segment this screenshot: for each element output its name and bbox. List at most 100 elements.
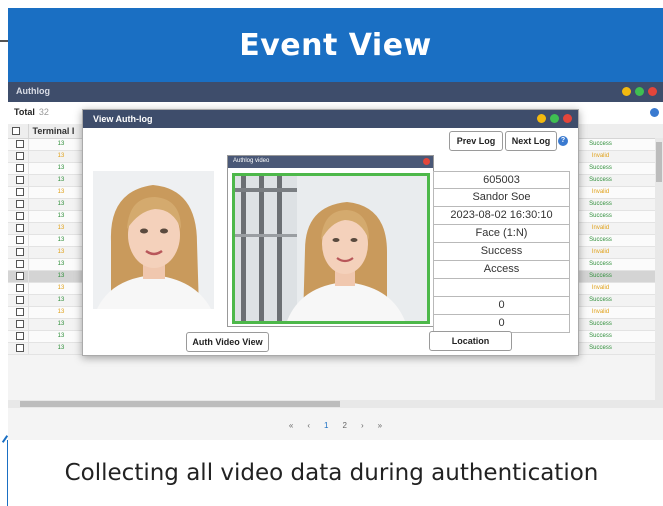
- row-checkbox[interactable]: [15, 176, 24, 184]
- row-checkbox-cell: [8, 306, 29, 319]
- row-checkbox[interactable]: [15, 284, 24, 292]
- table-cell: 13: [28, 318, 91, 331]
- row-checkbox-cell: [8, 138, 29, 151]
- dialog-titlebar: View Auth-log: [83, 110, 578, 128]
- row-checkbox[interactable]: [15, 260, 24, 268]
- maximize-icon[interactable]: [550, 114, 559, 123]
- table-cell: 13: [28, 198, 91, 211]
- row-checkbox-cell: [8, 162, 29, 175]
- info-cell: Access: [433, 261, 570, 279]
- row-checkbox[interactable]: [15, 296, 24, 304]
- maximize-icon[interactable]: [635, 87, 644, 96]
- registered-face-photo: [93, 171, 214, 309]
- row-checkbox[interactable]: [15, 308, 24, 316]
- title-banner: Event View: [8, 8, 663, 82]
- table-cell: 13: [28, 210, 91, 223]
- select-all-checkbox[interactable]: [12, 127, 20, 136]
- info-cell: Success: [433, 243, 570, 261]
- row-checkbox-cell: [8, 270, 29, 283]
- table-cell: 13: [28, 270, 91, 283]
- row-checkbox[interactable]: [15, 188, 24, 196]
- help-icon[interactable]: ?: [558, 136, 568, 146]
- table-cell: 13: [28, 330, 91, 343]
- select-all-checkbox-cell[interactable]: [8, 124, 29, 139]
- prev-log-button[interactable]: Prev Log: [449, 131, 503, 151]
- pager-item[interactable]: ›: [361, 421, 364, 430]
- column-header[interactable]: Terminal I: [28, 124, 91, 139]
- table-cell: 13: [28, 222, 91, 235]
- info-cell: 2023-08-02 16:30:10: [433, 207, 570, 225]
- close-icon[interactable]: [423, 158, 430, 165]
- row-checkbox[interactable]: [15, 164, 24, 172]
- pager-item[interactable]: 2: [343, 421, 347, 430]
- pager-item[interactable]: «: [289, 421, 293, 430]
- table-cell: 13: [28, 258, 91, 271]
- info-cell: 605003: [433, 171, 570, 189]
- table-cell: 13: [28, 174, 91, 187]
- authlog-video-window: Authlog video: [227, 155, 434, 327]
- info-cell: Face (1:N): [433, 225, 570, 243]
- row-checkbox[interactable]: [15, 236, 24, 244]
- auth-info-table: 605003 Sandor Soe 2023-08-02 16:30:10 Face …: [433, 171, 570, 333]
- row-checkbox-cell: [8, 222, 29, 235]
- table-cell: 13: [28, 234, 91, 247]
- row-checkbox-cell: [8, 174, 29, 187]
- row-checkbox-cell: [8, 186, 29, 199]
- banner-title: Event View: [239, 27, 432, 63]
- row-checkbox[interactable]: [15, 200, 24, 208]
- row-checkbox-cell: [8, 342, 29, 355]
- dialog-title: View Auth-log: [93, 114, 153, 124]
- table-cell: 13: [28, 294, 91, 307]
- auth-video-frame: [232, 173, 430, 324]
- minimize-icon[interactable]: [537, 114, 546, 123]
- row-checkbox-cell: [8, 246, 29, 259]
- horizontal-scrollbar[interactable]: [8, 400, 663, 408]
- table-cell: 13: [28, 282, 91, 295]
- row-checkbox[interactable]: [15, 140, 24, 148]
- row-checkbox[interactable]: [15, 320, 24, 328]
- table-cell: 13: [28, 138, 91, 151]
- row-checkbox-cell: [8, 234, 29, 247]
- auth-video-view-button[interactable]: Auth Video View: [186, 332, 269, 352]
- pager-item[interactable]: 1: [324, 421, 328, 430]
- info-cell: [433, 279, 570, 297]
- row-checkbox-cell: [8, 282, 29, 295]
- minimize-icon[interactable]: [622, 87, 631, 96]
- pager-item[interactable]: »: [378, 421, 382, 430]
- video-window-title: Authlog video: [233, 158, 270, 164]
- pagination: « ‹ 1 2 › »: [8, 410, 663, 440]
- video-titlebar: Authlog video: [228, 156, 433, 168]
- row-checkbox[interactable]: [15, 332, 24, 340]
- table-cell: 13: [28, 306, 91, 319]
- table-cell: 13: [28, 246, 91, 259]
- row-checkbox-cell: [8, 258, 29, 271]
- total-count: 32: [38, 107, 49, 117]
- close-icon[interactable]: [563, 114, 572, 123]
- row-checkbox[interactable]: [15, 224, 24, 232]
- row-checkbox[interactable]: [15, 248, 24, 256]
- row-checkbox[interactable]: [15, 152, 24, 160]
- row-checkbox[interactable]: [15, 344, 24, 352]
- pager-item[interactable]: ‹: [307, 421, 310, 430]
- table-cell: 13: [28, 150, 91, 163]
- row-checkbox[interactable]: [15, 272, 24, 280]
- decorative-line: [0, 40, 8, 42]
- table-cell: 13: [28, 342, 91, 355]
- row-checkbox-cell: [8, 198, 29, 211]
- row-checkbox-cell: [8, 294, 29, 307]
- authlog-window-title: Authlog: [16, 86, 50, 96]
- vertical-scrollbar[interactable]: [655, 138, 663, 400]
- close-icon[interactable]: [648, 87, 657, 96]
- info-cell: Sandor Soe: [433, 189, 570, 207]
- location-button[interactable]: Location: [429, 331, 512, 351]
- settings-icon[interactable]: [650, 108, 659, 117]
- next-log-button[interactable]: Next Log: [505, 131, 557, 151]
- authlog-titlebar: Authlog: [8, 82, 663, 102]
- row-checkbox-cell: [8, 150, 29, 163]
- table-cell: 13: [28, 162, 91, 175]
- total-label: Total: [14, 107, 35, 117]
- row-checkbox-cell: [8, 318, 29, 331]
- caption-text: Collecting all video data during authent…: [64, 460, 599, 486]
- row-checkbox[interactable]: [15, 212, 24, 220]
- row-checkbox-cell: [8, 330, 29, 343]
